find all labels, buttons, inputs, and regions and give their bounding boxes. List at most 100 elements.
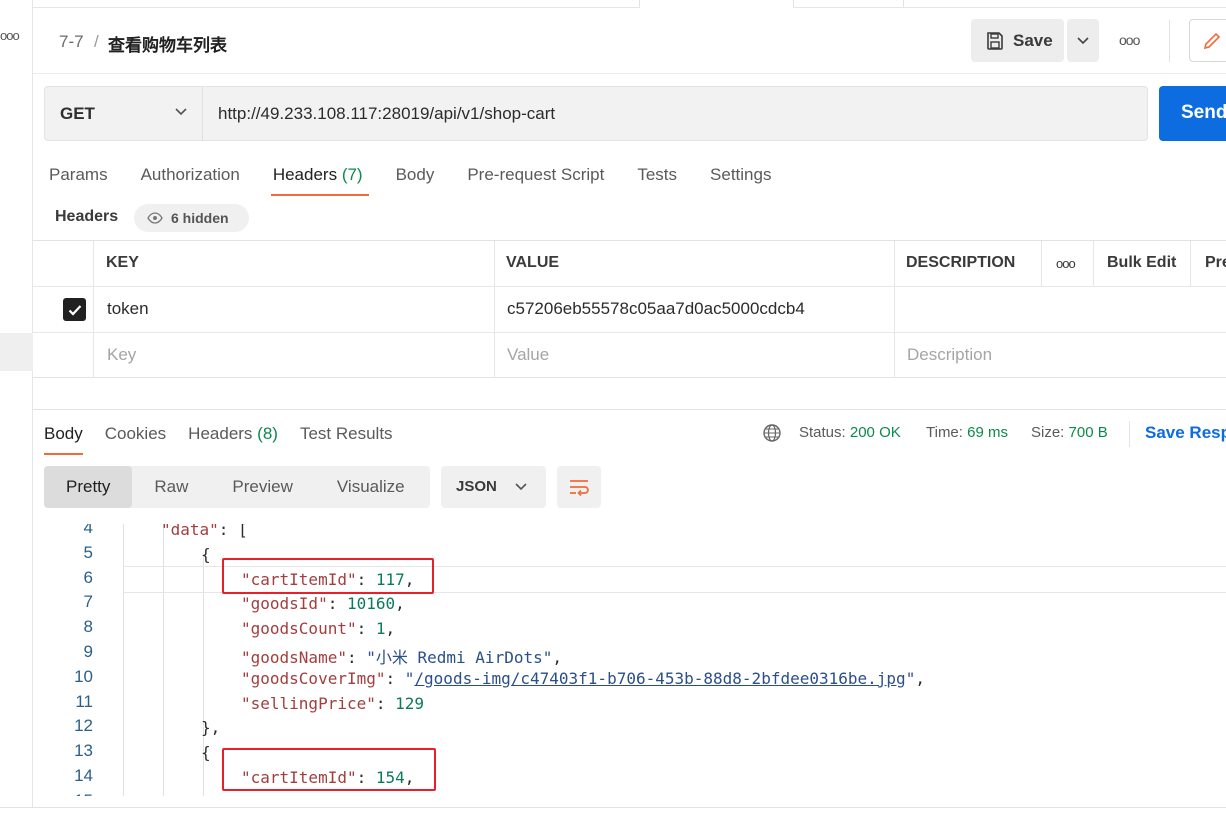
line-number: 15	[63, 791, 93, 796]
json-token: "sellingPrice"	[241, 693, 376, 713]
tab-cookies[interactable]: Cookies	[105, 421, 166, 455]
save-response-button[interactable]: Save Resp	[1129, 421, 1226, 447]
header-key-cell[interactable]: token	[107, 299, 149, 319]
tab-response-headers[interactable]: Headers (8)	[188, 421, 278, 455]
header-enabled-checkbox[interactable]	[63, 298, 86, 321]
code-text: "goodsId": 10160,	[241, 793, 405, 796]
status-value: 200 OK	[849, 424, 901, 441]
bulk-edit-button[interactable]: Bulk Edit	[1107, 254, 1176, 272]
code-line: 12},	[33, 716, 1226, 741]
line-number: 14	[74, 766, 93, 785]
json-token: 10160	[347, 793, 395, 796]
more-icon[interactable]: ooo	[1119, 32, 1140, 48]
json-token: 1	[375, 619, 386, 639]
json-token: "小米 Redmi AirDots"	[366, 648, 553, 667]
size-value: 700 B	[1068, 424, 1108, 441]
tab-pre-request-script[interactable]: Pre-request Script	[467, 162, 604, 196]
chevron-down-icon	[175, 108, 187, 116]
view-raw[interactable]: Raw	[132, 466, 210, 508]
hidden-headers-toggle[interactable]: 6 hidden	[134, 204, 249, 232]
json-link[interactable]: /goods-img/c47403f1-b706-453b-88d8-2bfde…	[414, 669, 905, 688]
code-line: 11 "sellingPrice": 129	[33, 692, 1226, 717]
response-body-viewer[interactable]: 4 "data": [5{6 "cartItemId": 117, 7 "goodsId…	[33, 524, 1226, 796]
json-token: "data"	[161, 524, 219, 539]
tab-strip-segment[interactable]	[903, 0, 1226, 8]
tab-strip-segment[interactable]	[793, 0, 903, 8]
header-value-cell[interactable]: c57206eb55578c05aa7d0ac5000cdcb4	[507, 299, 805, 319]
new-key-input[interactable]: Key	[107, 345, 136, 365]
tab-response-body[interactable]: Body	[44, 421, 83, 455]
json-token: ,	[385, 619, 396, 639]
table-row-new: Key Value Description	[33, 333, 1226, 378]
format-select[interactable]: JSON	[441, 466, 546, 508]
code-text: "goodsCoverImg": "/goods-img/c47403f1-b7…	[241, 669, 925, 688]
url-input[interactable]: http://49.233.108.117:28019/api/v1/shop-…	[218, 104, 555, 124]
edit-button[interactable]	[1189, 19, 1226, 62]
code-line: 6 "cartItemId": 117,	[33, 568, 1226, 593]
presets-button[interactable]: Pre	[1205, 254, 1226, 272]
send-button[interactable]: Send	[1159, 86, 1226, 141]
tab-label: Body	[44, 424, 83, 443]
sidebar-more-icon[interactable]: ooo	[0, 28, 20, 43]
tab-tests[interactable]: Tests	[637, 162, 677, 196]
check-icon	[68, 304, 81, 316]
tab-label: Headers	[272, 165, 338, 184]
request-id: 7-7	[59, 32, 84, 51]
tab-authorization[interactable]: Authorization	[141, 162, 240, 196]
save-options-button[interactable]	[1067, 19, 1099, 62]
save-label: Save	[1013, 30, 1053, 50]
view-mode-group: Pretty Raw Preview Visualize	[44, 466, 430, 508]
more-icon[interactable]: ooo	[1056, 256, 1076, 271]
column-header-key: KEY	[106, 254, 139, 271]
json-token: "goodsId"	[241, 793, 328, 796]
status-readout[interactable]: Status: 200 OK	[799, 424, 901, 441]
tab-label: Body	[395, 165, 435, 184]
tab-label: Pre-request Script	[467, 165, 605, 184]
tab-params[interactable]: Params	[49, 162, 108, 196]
new-value-input[interactable]: Value	[507, 345, 549, 365]
tab-body[interactable]: Body	[396, 162, 435, 196]
wrap-lines-icon	[570, 480, 589, 496]
json-token: "goodsCount"	[241, 619, 357, 639]
code-line: 5{	[33, 543, 1226, 568]
tab-label: Tests	[637, 165, 678, 184]
pane-divider[interactable]	[33, 409, 1226, 410]
json-token: : [	[218, 524, 248, 539]
json-token: "goodsId"	[241, 594, 328, 614]
tab-label: Cookies	[104, 424, 167, 443]
json-token: :	[385, 668, 405, 688]
tab-count: (8)	[257, 424, 278, 443]
code-text: "goodsName": "小米 Redmi AirDots",	[241, 644, 562, 668]
breadcrumb-separator: /	[94, 32, 99, 51]
tab-label: Authorization	[140, 165, 240, 184]
line-number: 8	[83, 617, 93, 637]
line-number: 12	[74, 716, 93, 736]
line-number: 5	[83, 542, 93, 562]
size-readout[interactable]: Size: 700 B	[1031, 424, 1108, 441]
json-token: 10160	[346, 594, 396, 614]
json-token: :	[356, 619, 376, 639]
wrap-lines-button[interactable]	[557, 466, 601, 508]
divider	[1169, 20, 1170, 62]
time-readout[interactable]: Time: 69 ms	[926, 424, 1008, 441]
globe-icon[interactable]	[762, 423, 782, 443]
json-token: :	[327, 594, 347, 614]
tab-strip-segment[interactable]	[33, 0, 639, 8]
save-button[interactable]: Save	[971, 19, 1064, 62]
json-token: :	[346, 648, 367, 667]
code-line: 13 {	[33, 741, 1226, 766]
tab-settings[interactable]: Settings	[710, 162, 771, 196]
tab-headers[interactable]: Headers (7)	[270, 162, 369, 196]
sidebar-selected-item[interactable]	[0, 333, 33, 371]
view-visualize[interactable]: Visualize	[315, 466, 427, 508]
new-description-input[interactable]: Description	[907, 345, 992, 365]
view-pretty[interactable]: Pretty	[44, 466, 133, 508]
highlight-annotation	[222, 748, 436, 791]
request-name[interactable]: 查看购物车列表	[108, 31, 227, 56]
line-number: 7	[83, 592, 93, 612]
request-tabs: Params Authorization Headers (7) Body Pr…	[49, 162, 804, 198]
tab-test-results[interactable]: Test Results	[300, 421, 393, 455]
eye-icon	[147, 212, 163, 224]
view-preview[interactable]: Preview	[210, 466, 314, 508]
method-select[interactable]: GET	[45, 87, 203, 140]
